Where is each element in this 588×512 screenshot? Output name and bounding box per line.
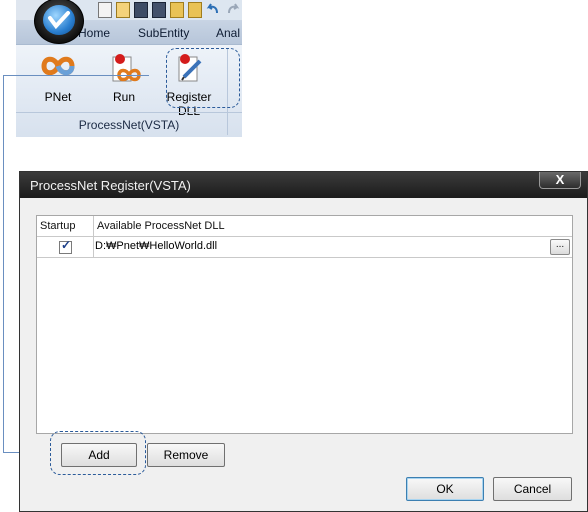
tab-home[interactable]: Home [78, 26, 110, 40]
add-button[interactable]: Add [61, 443, 137, 467]
column-available-dll: Available ProcessNet DLL [97, 220, 225, 232]
run-icon [107, 53, 141, 88]
pnet-icon [41, 53, 75, 82]
undo-history-icon[interactable] [170, 2, 184, 18]
pnet-label: PNet [44, 90, 72, 104]
tab-subentity[interactable]: SubEntity [138, 26, 189, 40]
dll-grid: Startup Available ProcessNet DLL ✓ D:₩Pn… [36, 215, 573, 434]
browse-button[interactable]: ... [550, 239, 570, 255]
dialog-title: ProcessNet Register(VSTA) [30, 178, 191, 193]
open-folder-icon[interactable] [116, 2, 130, 18]
new-file-icon[interactable] [98, 2, 112, 18]
pnet-button[interactable]: PNet [36, 45, 80, 109]
undo-icon[interactable] [206, 2, 220, 16]
connector-top [3, 75, 149, 76]
run-label: Run [112, 90, 135, 104]
register-dll-highlight [166, 48, 240, 108]
ribbon: Home SubEntity Anal PNet Run Register DL… [16, 0, 242, 137]
startup-checkbox[interactable]: ✓ [59, 238, 72, 254]
close-icon: X [555, 172, 565, 187]
grid-header: Startup Available ProcessNet DLL [37, 216, 572, 237]
connector-vertical [3, 75, 4, 452]
tab-analysis[interactable]: Anal [216, 26, 240, 40]
table-row: ✓ D:₩Pnet₩HelloWorld.dll ... [37, 237, 572, 258]
save-all-icon[interactable] [152, 2, 166, 18]
column-startup: Startup [40, 220, 76, 232]
processnet-register-dialog: ProcessNet Register(VSTA) X Startup Avai… [19, 171, 588, 512]
check-icon: ✓ [61, 238, 72, 252]
application-menu-button[interactable] [34, 0, 84, 44]
quick-access-toolbar [76, 0, 242, 20]
folder-icon[interactable] [188, 2, 202, 18]
dialog-titlebar: ProcessNet Register(VSTA) X [20, 172, 587, 198]
run-button[interactable]: Run [104, 45, 144, 109]
group-title: ProcessNet(VSTA) [78, 118, 180, 132]
remove-button[interactable]: Remove [147, 443, 225, 467]
close-button[interactable]: X [539, 172, 581, 189]
ok-button[interactable]: OK [406, 477, 484, 501]
redo-icon[interactable] [226, 2, 240, 16]
app-logo-icon [43, 5, 75, 35]
dll-path-cell[interactable]: D:₩Pnet₩HelloWorld.dll [95, 240, 217, 252]
cancel-button[interactable]: Cancel [493, 477, 572, 501]
group-separator [16, 112, 242, 113]
save-icon[interactable] [134, 2, 148, 18]
